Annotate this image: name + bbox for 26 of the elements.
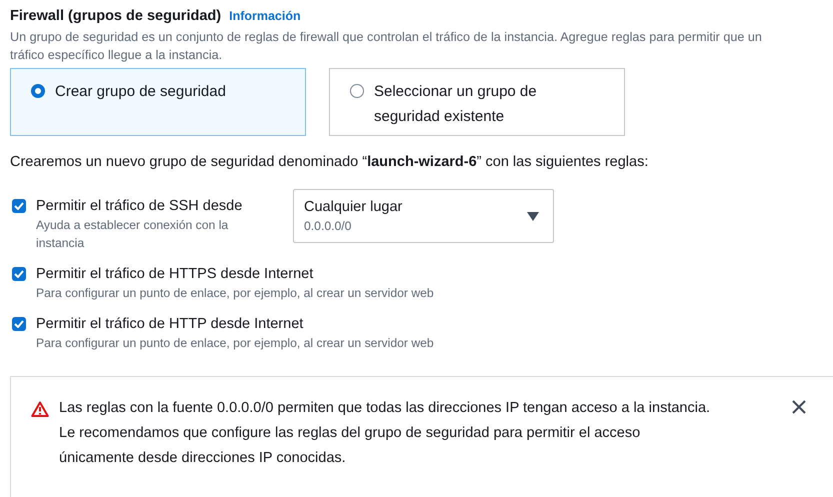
section-title: Firewall (grupos de seguridad) <box>10 8 222 24</box>
checkbox[interactable] <box>12 199 26 213</box>
option-label: Seleccionar un grupo de seguridad existente <box>374 82 537 127</box>
radio-button[interactable] <box>350 84 364 98</box>
summary-text: Crearemos un nuevo grupo de seguridad denominado “launch-wizard-6” con las siguientes reglas: <box>10 154 650 170</box>
checkbox[interactable] <box>12 317 26 331</box>
checkbox[interactable] <box>12 267 26 281</box>
option-tile[interactable]: Seleccionar un grupo de seguridad existente <box>329 68 625 136</box>
caret-icon <box>527 212 539 220</box>
rule-hint: Para configurar un punto de enlace, por ejemplo, al crear un servidor web <box>36 285 434 302</box>
select-value: Cualquier lugar <box>304 198 402 217</box>
rule-label: Permitir el tráfico de HTTP desde Internet <box>36 315 304 334</box>
info-link[interactable]: Información <box>229 9 301 23</box>
warning-icon <box>31 401 49 417</box>
rule-label: Permitir el tráfico de HTTPS desde Internet <box>36 265 314 284</box>
rule-hint: Ayuda a establecer conexión con la instancia <box>36 217 230 252</box>
option-label: Crear grupo de seguridad <box>55 82 226 102</box>
source-select[interactable]: Cualquier lugar 0.0.0.0/0 <box>293 189 554 243</box>
option-tile[interactable]: Crear grupo de seguridad <box>10 68 306 136</box>
alert-message: Las reglas con la fuente 0.0.0.0/0 permiten que todas las direcciones IP tengan acceso a la instancia. Le recomendamos que configure las reglas del grupo de seguridad para permitir el acceso únicamente desde direcciones IP conocidas. <box>59 399 712 468</box>
radio-button[interactable] <box>31 84 45 98</box>
select-detail: 0.0.0.0/0 <box>304 218 352 235</box>
close-button[interactable] <box>792 400 806 414</box>
rule-label: Permitir el tráfico de SSH desde <box>36 197 244 216</box>
rule-hint: Para configurar un punto de enlace, por ejemplo, al crear un servidor web <box>36 335 434 352</box>
section-description: Un grupo de seguridad es un conjunto de reglas de firewall que controlan el tráfico de la instancia. Agregue reglas para permitir que un tráfico específico llegue a la instancia. <box>10 29 763 64</box>
